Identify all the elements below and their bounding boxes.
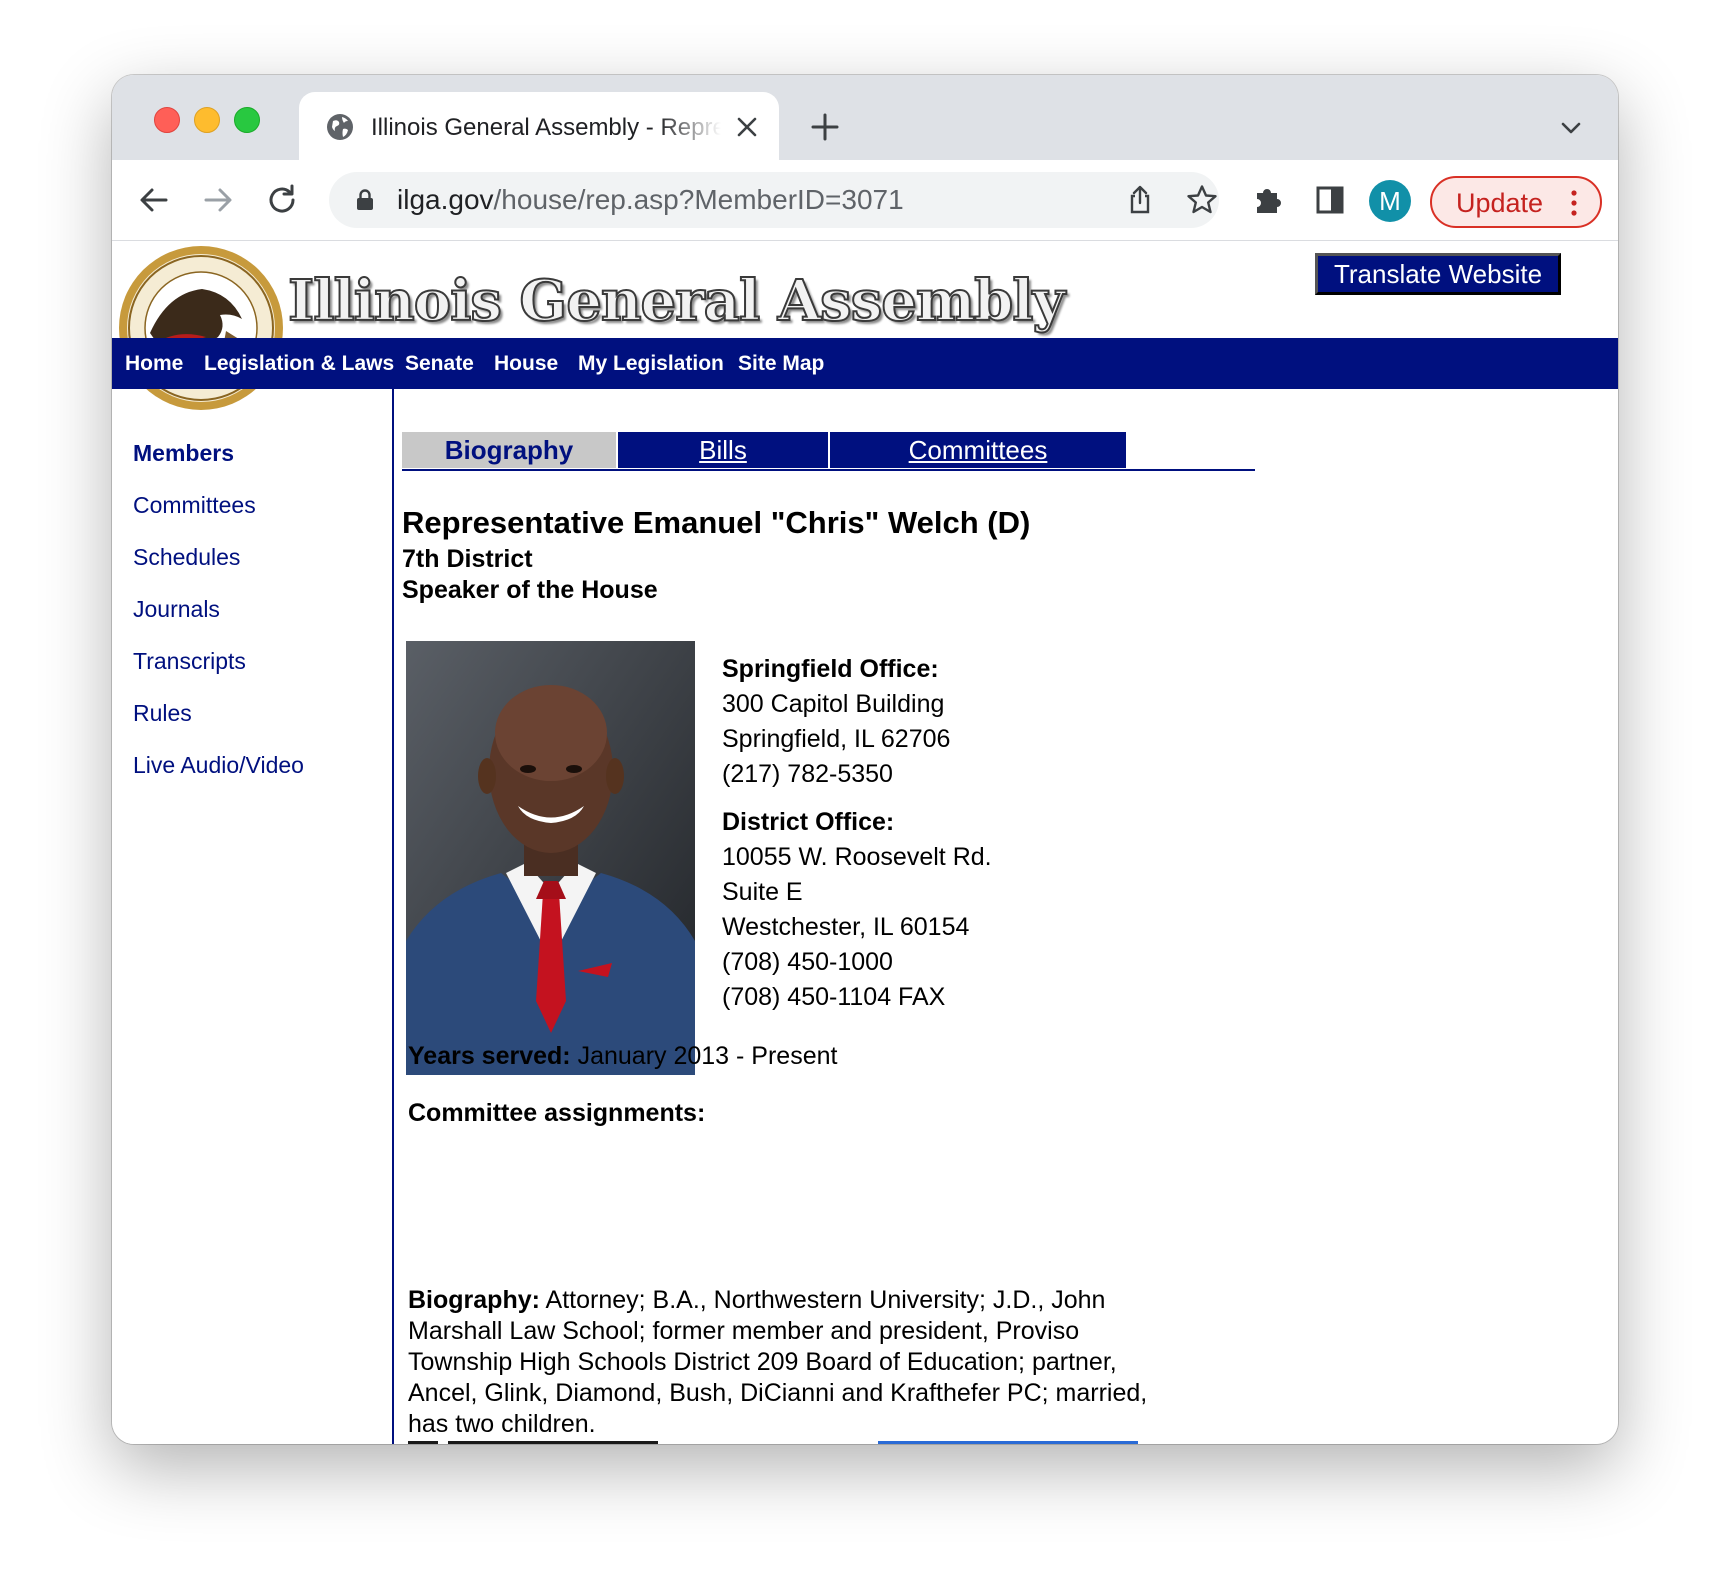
topnav-home[interactable]: Home: [125, 350, 183, 378]
district-fax: (708) 450-1104 FAX: [722, 983, 946, 1011]
sidebar-divider: [392, 389, 394, 1444]
update-button[interactable]: Update: [1430, 176, 1602, 228]
district-suite-line: Suite E: [722, 878, 803, 906]
url-path: /house/rep.asp?MemberID=3071: [493, 184, 904, 215]
close-icon[interactable]: [734, 114, 760, 140]
web-page: Illinois General Assembly Translate Webs…: [112, 241, 1618, 1444]
chevron-down-icon[interactable]: [1558, 115, 1584, 141]
sidebar-item-rules[interactable]: Rules: [133, 698, 192, 728]
committee-assignments-label: Committee assignments:: [408, 1099, 706, 1127]
springfield-office-heading: Springfield Office:: [722, 655, 939, 683]
sidebar-item-live-audio-video[interactable]: Live Audio/Video: [133, 750, 304, 780]
springfield-address-line: 300 Capitol Building: [722, 690, 945, 718]
url-text[interactable]: ilga.gov/house/rep.asp?MemberID=3071: [397, 184, 904, 216]
update-label: Update: [1456, 188, 1544, 218]
member-name: Representative Emanuel "Chris" Welch (D): [402, 505, 1031, 540]
window-minimize-button[interactable]: [194, 107, 220, 133]
browser-toolbar: ilga.gov/house/rep.asp?MemberID=3071 M U…: [112, 160, 1618, 241]
tab-committees[interactable]: Committees: [828, 432, 1126, 468]
lock-icon[interactable]: [353, 188, 377, 212]
member-district: 7th District: [402, 545, 533, 573]
springfield-phone: (217) 782-5350: [722, 760, 893, 788]
district-phone: (708) 450-1000: [722, 948, 893, 976]
member-photo: [406, 641, 695, 1075]
district-address-line: 10055 W. Roosevelt Rd.: [722, 843, 992, 871]
profile-avatar[interactable]: M: [1369, 180, 1411, 222]
translate-website-button[interactable]: Translate Website: [1315, 253, 1561, 295]
more-vert-icon[interactable]: [1570, 190, 1578, 216]
topnav-house[interactable]: House: [494, 350, 558, 378]
committee-assignments: Committee assignments:: [408, 1098, 705, 1129]
browser-window: Illinois General Assembly - Representati…: [112, 75, 1618, 1444]
tab-strip: Illinois General Assembly - Representati…: [112, 75, 1618, 160]
window-maximize-button[interactable]: [234, 107, 260, 133]
member-title: Speaker of the House: [402, 576, 658, 604]
cut-off-content-row: [408, 1441, 1138, 1444]
topnav-site-map[interactable]: Site Map: [738, 350, 824, 378]
share-icon[interactable]: [1124, 184, 1156, 216]
back-arrow-icon[interactable]: [134, 180, 174, 220]
forward-arrow-icon[interactable]: [198, 180, 238, 220]
topnav-my-legislation[interactable]: My Legislation: [578, 350, 724, 378]
new-tab-button[interactable]: [807, 109, 843, 145]
tab-title: Illinois General Assembly - Representati…: [371, 114, 721, 141]
sidebar-item-committees[interactable]: Committees: [133, 490, 256, 520]
globe-icon: [327, 114, 353, 140]
district-city-line: Westchester, IL 60154: [722, 913, 970, 941]
tab-underline-rule: [402, 469, 1255, 471]
sidebar-item-members[interactable]: Members: [133, 438, 234, 468]
side-panel-icon[interactable]: [1310, 180, 1350, 220]
district-office-heading: District Office:: [722, 808, 895, 836]
top-navigation: Home Legislation & Laws Senate House My …: [112, 338, 1618, 389]
sidebar-item-journals[interactable]: Journals: [133, 594, 220, 624]
reload-icon[interactable]: [262, 180, 302, 220]
sidebar-item-transcripts[interactable]: Transcripts: [133, 646, 246, 676]
url-host: ilga.gov: [397, 184, 494, 215]
tab-bills[interactable]: Bills: [616, 432, 828, 468]
biography-label: Biography:: [408, 1286, 540, 1314]
springfield-city-line: Springfield, IL 62706: [722, 725, 951, 753]
browser-tab[interactable]: Illinois General Assembly - Representati…: [299, 92, 779, 160]
window-close-button[interactable]: [154, 107, 180, 133]
years-served: Years served: January 2013 - Present: [408, 1041, 837, 1072]
address-bar[interactable]: ilga.gov/house/rep.asp?MemberID=3071: [329, 172, 1219, 228]
sidebar-item-schedules[interactable]: Schedules: [133, 542, 240, 572]
site-logo-text[interactable]: Illinois General Assembly: [287, 267, 1066, 335]
star-icon[interactable]: [1185, 183, 1219, 217]
tab-biography[interactable]: Biography: [402, 432, 616, 468]
years-served-label: Years served:: [408, 1042, 571, 1070]
years-served-value: January 2013 - Present: [577, 1042, 838, 1070]
topnav-legislation-laws[interactable]: Legislation & Laws: [204, 350, 394, 378]
topnav-senate[interactable]: Senate: [405, 350, 474, 378]
puzzle-icon[interactable]: [1248, 180, 1288, 220]
biography-paragraph: Biography: Attorney; B.A., Northwestern …: [408, 1285, 1168, 1440]
